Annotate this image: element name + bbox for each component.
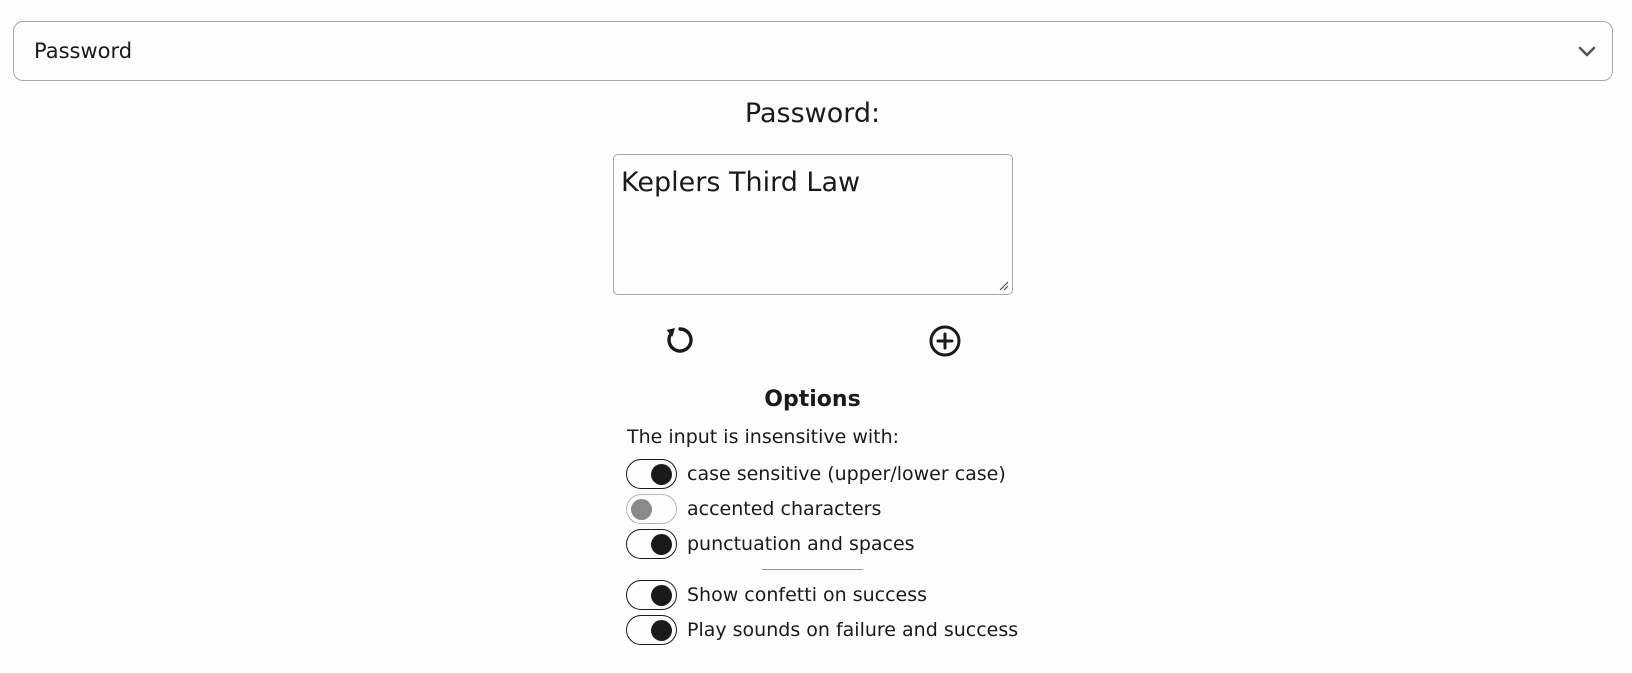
toggle-label: punctuation and spaces [687,533,915,555]
reset-icon [666,327,693,353]
add-button[interactable] [926,322,964,360]
resize-grip-icon[interactable] [999,281,1009,291]
reset-button[interactable] [660,320,700,360]
add-circle-icon [929,325,961,357]
toggle-label: Play sounds on failure and success [687,619,1019,641]
toggle-switch[interactable] [626,529,677,559]
options-divider [762,569,863,570]
toggle-knob [651,534,672,555]
toggle-knob [651,620,672,641]
toggle-punctuation-spaces[interactable]: punctuation and spaces [626,529,915,559]
mode-select-value: Password [34,39,133,63]
toggle-label: accented characters [687,498,882,520]
toggle-show-confetti[interactable]: Show confetti on success [626,580,927,610]
mode-select[interactable]: Password [13,21,1613,81]
toggle-accented-characters[interactable]: accented characters [626,494,881,524]
toggle-label: case sensitive (upper/lower case) [687,463,1006,485]
password-label: Password: [744,98,881,129]
toggle-case-sensitive[interactable]: case sensitive (upper/lower case) [626,459,1006,489]
toggle-knob [651,464,672,485]
toggle-play-sounds[interactable]: Play sounds on failure and success [626,615,1018,645]
toggle-switch[interactable] [626,494,677,524]
toggle-knob [631,499,652,520]
toggle-label: Show confetti on success [687,584,928,606]
options-subtitle: The input is insensitive with: [627,426,900,448]
password-textarea[interactable]: Keplers Third Law [613,154,1013,295]
options-title: Options [764,387,861,412]
password-value: Keplers Third Law [621,167,861,198]
toggle-knob [651,585,672,606]
toggle-switch[interactable] [626,615,677,645]
chevron-down-icon [1578,46,1596,57]
toggle-switch[interactable] [626,459,677,489]
toggle-switch[interactable] [626,580,677,610]
